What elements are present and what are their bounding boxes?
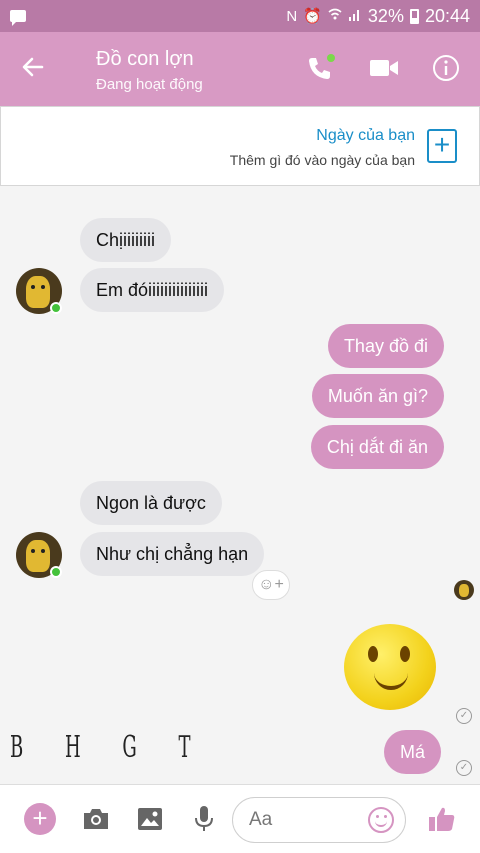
add-reaction-button[interactable]: ☺+ — [252, 570, 290, 600]
emoji-button[interactable] — [368, 807, 394, 833]
message-bubble-outgoing[interactable]: Má — [384, 730, 442, 774]
your-day-title[interactable]: Ngày của bạn — [316, 127, 415, 145]
online-dot — [327, 54, 335, 62]
status-bar: N ⏰ 32% 20:44 — [0, 0, 480, 32]
voice-button[interactable] — [188, 803, 220, 835]
thumbs-up-icon — [429, 807, 455, 831]
plus-icon: + — [32, 803, 48, 833]
active-status: Đang hoạt động — [96, 76, 203, 93]
message-bubble-incoming[interactable]: Ngon là được — [80, 481, 222, 525]
video-camera-icon — [370, 60, 398, 76]
like-button[interactable] — [426, 803, 458, 835]
watermark-text: B H G T — [10, 730, 209, 765]
message-bubble-outgoing[interactable]: Chị dắt đi ăn — [310, 425, 444, 469]
signal-icon — [348, 7, 362, 25]
plus-icon: + — [433, 129, 451, 160]
smiley-plus-icon: ☺+ — [258, 576, 284, 593]
nfc-icon: N — [286, 7, 298, 25]
message-bubble-incoming[interactable]: Như chị chẳng hạn — [80, 532, 265, 576]
message-bubble-incoming[interactable]: Chịiiiiiiii — [80, 218, 172, 262]
online-indicator — [50, 566, 62, 578]
smiley-eye — [368, 646, 378, 662]
gallery-button[interactable] — [134, 803, 166, 835]
info-icon — [433, 55, 459, 81]
image-icon — [138, 808, 162, 830]
battery-percent: 32% — [367, 5, 404, 26]
online-indicator — [50, 302, 62, 314]
alarm-icon: ⏰ — [303, 8, 322, 25]
notification-icon — [10, 10, 26, 26]
camera-button[interactable] — [80, 803, 112, 835]
seen-avatar — [454, 580, 474, 600]
more-actions-button[interactable]: + — [24, 803, 56, 835]
clock: 20:44 — [424, 5, 470, 26]
smiley-eye — [400, 646, 410, 662]
add-to-day-button[interactable]: + — [427, 129, 457, 163]
video-call-button[interactable] — [368, 52, 400, 84]
arrow-left-icon — [22, 57, 44, 77]
contact-name[interactable]: Đồ con lợn — [96, 48, 194, 71]
message-composer: + Aa — [0, 784, 480, 853]
chat-header: Đồ con lợn Đang hoạt động — [0, 32, 480, 106]
your-day-banner[interactable]: Ngày của bạn Thêm gì đó vào ngày của bạn… — [0, 106, 480, 186]
message-bubble-outgoing[interactable]: Muốn ăn gì? — [311, 374, 444, 418]
delivered-check-icon: ✓ — [456, 760, 472, 776]
your-day-subtitle: Thêm gì đó vào ngày của bạn — [229, 152, 415, 168]
message-bubble-outgoing[interactable]: Thay đồ đi — [327, 324, 444, 368]
emoji-message[interactable] — [344, 624, 436, 710]
call-button[interactable] — [304, 52, 336, 84]
info-button[interactable] — [430, 52, 462, 84]
smiley-mouth — [374, 672, 408, 690]
microphone-icon — [195, 806, 213, 831]
camera-icon — [84, 809, 108, 829]
message-bubble-incoming[interactable]: Em đóiiiiiiiiiiiiiii — [80, 268, 225, 312]
back-button[interactable] — [18, 52, 48, 82]
battery-icon — [409, 8, 419, 24]
wifi-icon — [328, 7, 342, 25]
delivered-check-icon: ✓ — [456, 708, 472, 724]
